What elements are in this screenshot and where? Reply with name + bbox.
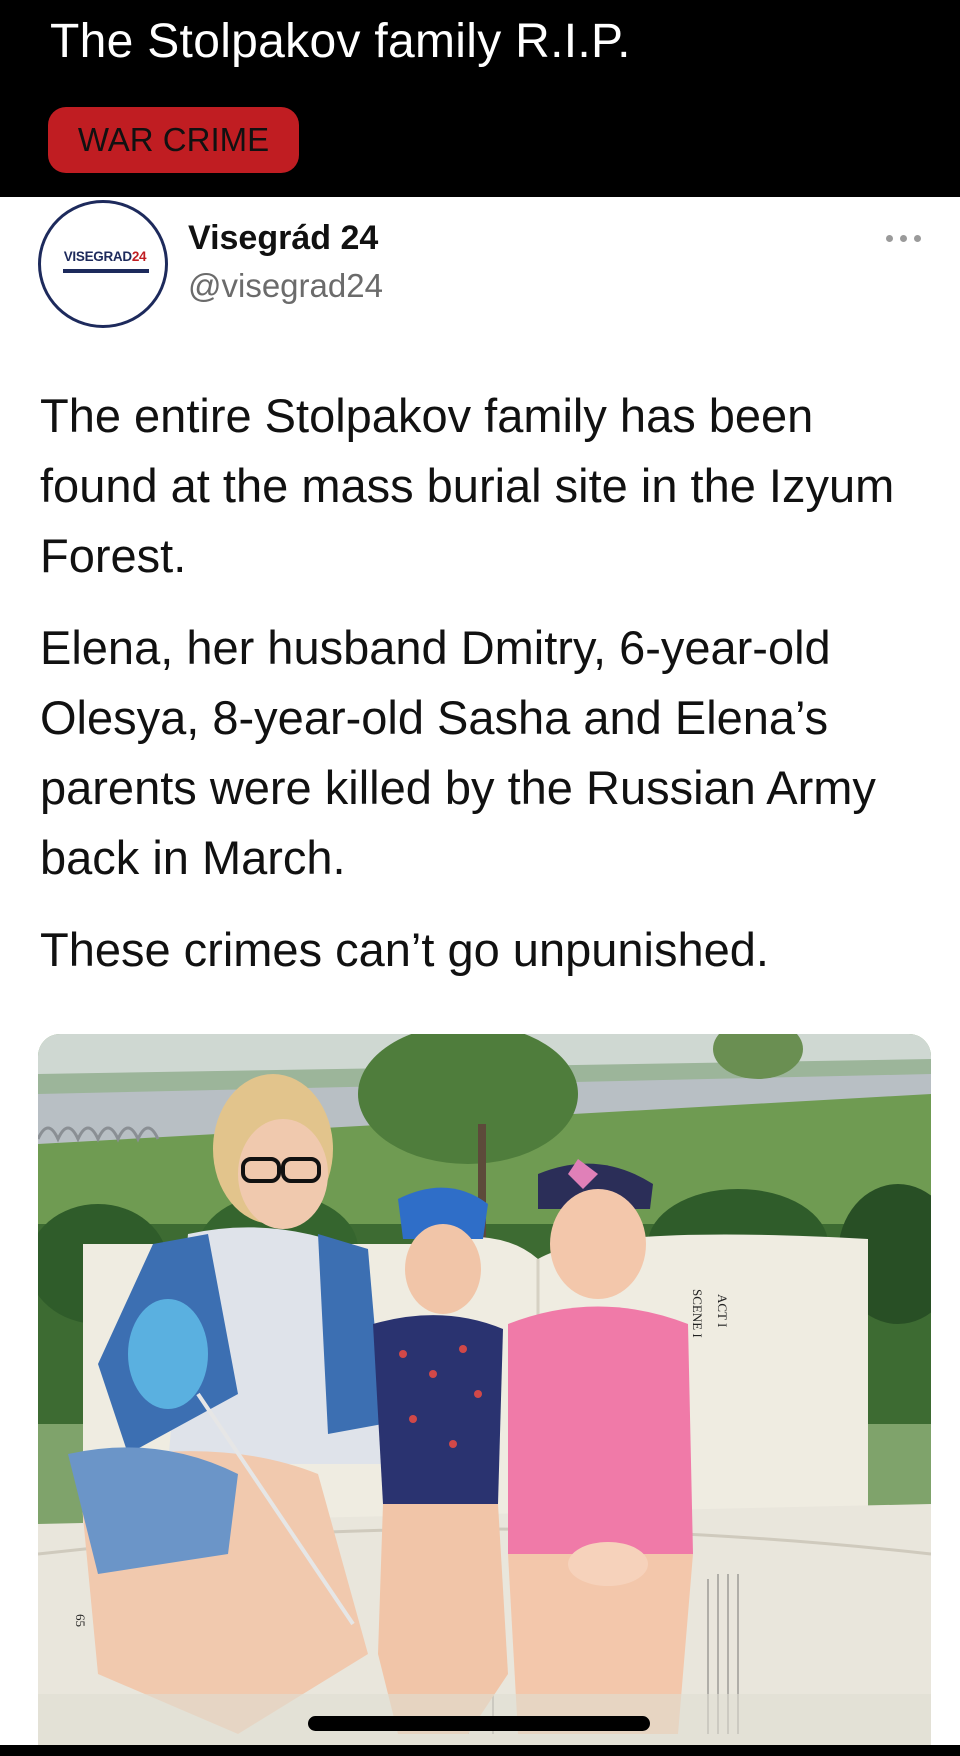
post-title: The Stolpakov family R.I.P.	[50, 15, 631, 68]
display-name[interactable]: Visegrád 24	[188, 219, 378, 258]
book-act-text: ACT I	[715, 1294, 730, 1327]
more-horizontal-icon[interactable]	[886, 233, 926, 243]
tweet-photo[interactable]: ACT I SCENE I 65	[38, 1034, 931, 1745]
user-handle[interactable]: @visegrad24	[188, 267, 383, 305]
avatar-logo-accent: 24	[131, 249, 147, 264]
bottom-edge	[0, 1745, 960, 1756]
tweet-paragraph: These crimes can’t go unpunished.	[40, 923, 769, 976]
family-photo-illustration: ACT I SCENE I 65	[38, 1034, 931, 1745]
flair-badge[interactable]: WAR CRIME	[48, 107, 299, 173]
tweet-paragraph: The entire Stolpakov family has been fou…	[40, 389, 895, 582]
avatar-logo: VISEGRAD24	[50, 249, 160, 264]
book-page-number: 65	[73, 1614, 88, 1627]
embedded-tweet[interactable]: VISEGRAD24 Visegrád 24 @visegrad24 The e…	[0, 197, 960, 1745]
tweet-text: The entire Stolpakov family has been fou…	[40, 381, 940, 1007]
tweet-paragraph: Elena, her husband Dmitry, 6-year-old Ol…	[40, 621, 876, 884]
home-indicator[interactable]	[308, 1716, 650, 1731]
post-header: The Stolpakov family R.I.P. WAR CRIME	[0, 0, 960, 197]
avatar-logo-main: VISEGRAD	[63, 249, 132, 264]
avatar-logo-underline	[63, 269, 149, 273]
avatar[interactable]: VISEGRAD24	[38, 200, 168, 328]
book-scene-text: SCENE I	[690, 1289, 705, 1338]
